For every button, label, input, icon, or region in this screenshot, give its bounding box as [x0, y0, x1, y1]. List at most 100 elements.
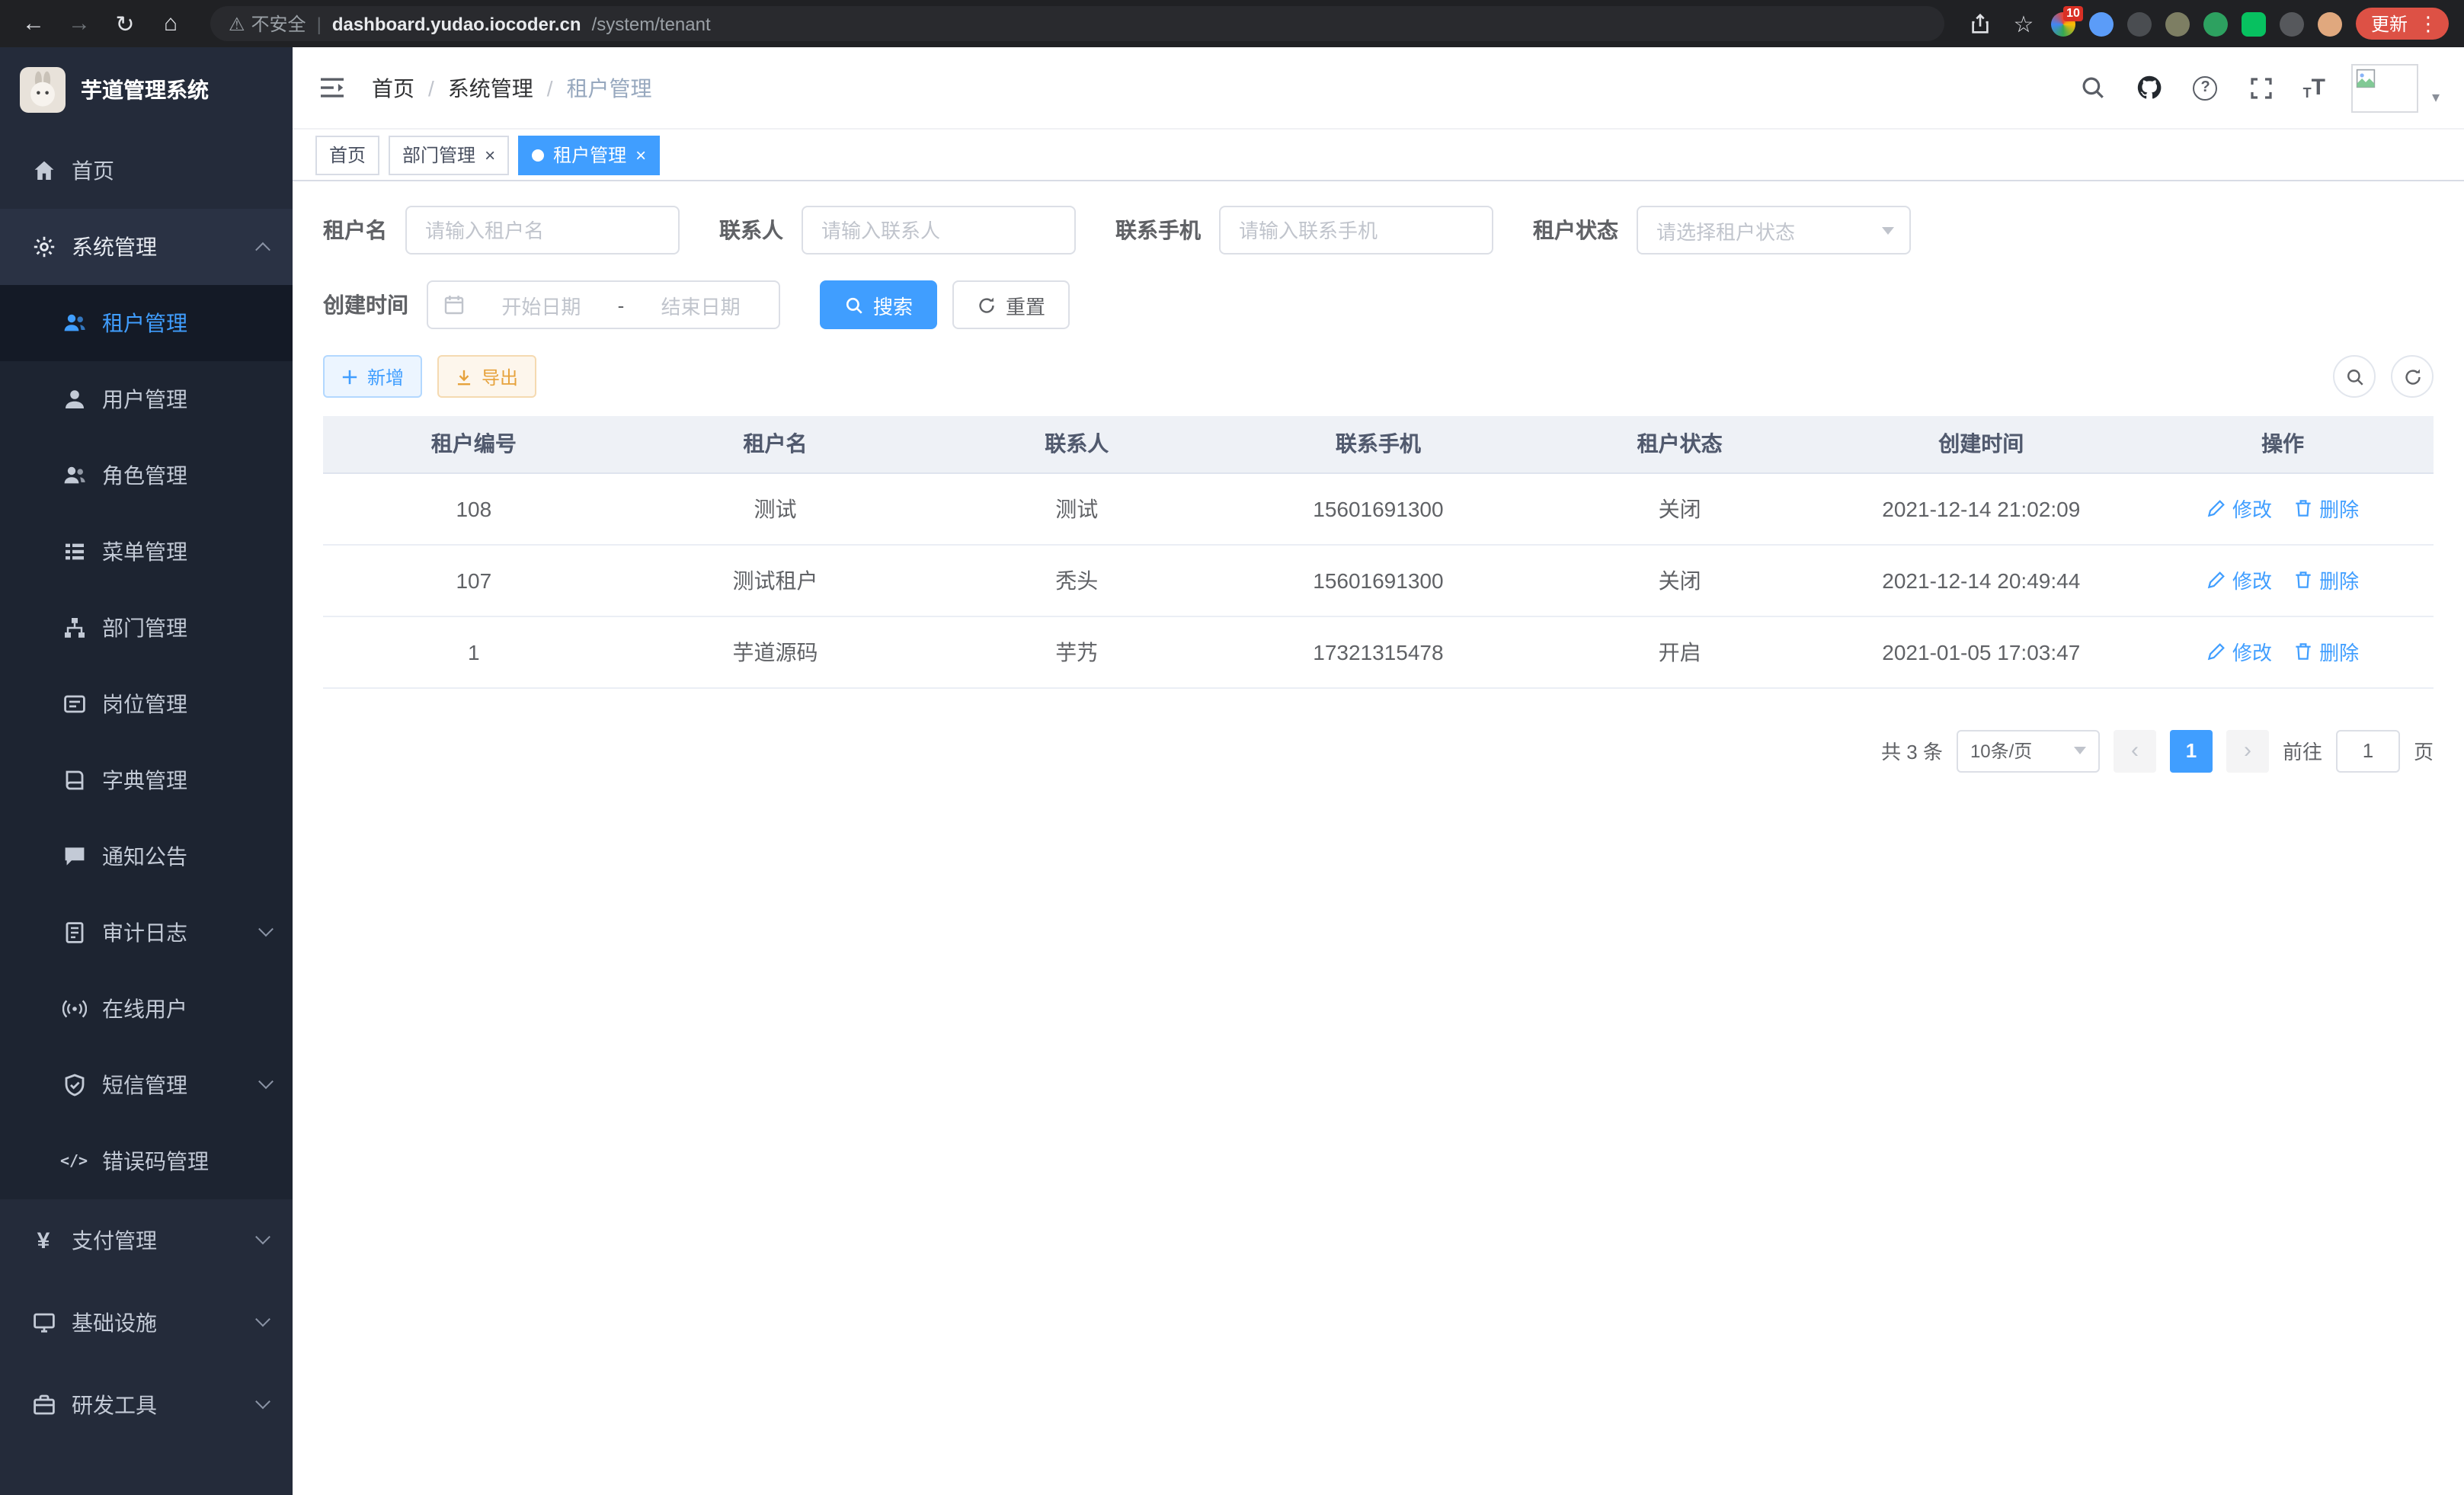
home-icon[interactable]: ⌂: [152, 5, 189, 42]
search-icon[interactable]: [2078, 72, 2108, 103]
sidebar-item-sms[interactable]: 短信管理: [0, 1047, 293, 1123]
refresh-button[interactable]: [2391, 355, 2434, 398]
contact-input[interactable]: [802, 206, 1076, 255]
extension-icon[interactable]: [2280, 11, 2304, 36]
sidebar-item-user[interactable]: 用户管理: [0, 361, 293, 437]
extension-icon[interactable]: 10: [2051, 11, 2075, 36]
sidebar-item-audit-log[interactable]: 审计日志: [0, 895, 293, 971]
delete-button[interactable]: 删除: [2293, 494, 2359, 523]
font-size-icon[interactable]: T T: [2303, 75, 2325, 101]
page-number-button[interactable]: 1: [2170, 729, 2213, 772]
breadcrumb-home[interactable]: 首页: [372, 72, 414, 103]
sidebar-item-dict[interactable]: 字典管理: [0, 742, 293, 818]
address-divider: |: [317, 13, 322, 34]
edit-button[interactable]: 修改: [2206, 637, 2272, 666]
close-icon[interactable]: ×: [485, 146, 495, 164]
breadcrumb-system[interactable]: 系统管理: [448, 72, 533, 103]
system-submenu: 租户管理 用户管理 角色管理: [0, 285, 293, 1199]
font-size-big-t: T: [2312, 75, 2325, 101]
mobile-input[interactable]: [1219, 206, 1493, 255]
book-icon: [61, 767, 87, 793]
sidebar-item-label: 菜单管理: [102, 536, 187, 567]
end-date-placeholder[interactable]: 结束日期: [638, 290, 763, 319]
tenant-name-label: 租户名: [323, 215, 387, 245]
tenant-name-input[interactable]: [405, 206, 680, 255]
prev-page-button[interactable]: ‹: [2114, 729, 2156, 772]
chevron-down-icon: [258, 920, 274, 936]
tab-label: 部门管理: [402, 142, 475, 168]
calendar-icon: [443, 294, 465, 315]
dropdown-caret-icon[interactable]: ▾: [2432, 90, 2440, 107]
sidebar-item-system[interactable]: 系统管理: [0, 209, 293, 285]
export-button[interactable]: 导出: [437, 355, 536, 398]
help-icon[interactable]: ?: [2190, 72, 2221, 103]
extension-badge: 10: [2063, 5, 2083, 21]
page-size-select[interactable]: 10条/页: [1957, 729, 2100, 772]
tab-home[interactable]: 首页: [315, 135, 379, 174]
status-select[interactable]: 请选择租户状态: [1637, 206, 1911, 255]
col-header: 联系人: [926, 416, 1227, 472]
delete-button[interactable]: 删除: [2293, 565, 2359, 594]
sidebar-item-tenant[interactable]: 租户管理: [0, 285, 293, 361]
sidebar-item-payment[interactable]: ¥ 支付管理: [0, 1199, 293, 1282]
signal-icon: [61, 996, 87, 1022]
security-indicator[interactable]: ⚠ 不安全: [229, 11, 306, 37]
reset-button[interactable]: 重置: [952, 280, 1070, 329]
address-bar[interactable]: ⚠ 不安全 | dashboard.yudao.iocoder.cn/syste…: [210, 6, 1944, 41]
tab-dept[interactable]: 部门管理 ×: [389, 135, 509, 174]
sidebar-item-dept[interactable]: 部门管理: [0, 590, 293, 666]
sidebar-item-home[interactable]: 首页: [0, 133, 293, 209]
security-label: 不安全: [251, 11, 306, 37]
menu-kebab-icon[interactable]: ⋮: [2418, 11, 2443, 36]
extension-icon[interactable]: [2165, 11, 2190, 36]
forward-icon[interactable]: →: [61, 5, 98, 42]
col-header: 租户编号: [323, 416, 625, 472]
fullscreen-icon[interactable]: [2247, 72, 2277, 103]
sidebar-item-infrastructure[interactable]: 基础设施: [0, 1282, 293, 1364]
sidebar-item-role[interactable]: 角色管理: [0, 437, 293, 514]
extension-icon[interactable]: [2318, 11, 2342, 36]
table-row: 1 芋道源码 芋艿 17321315478 开启 2021-01-05 17:0…: [323, 616, 2434, 687]
goto-page-input[interactable]: [2336, 729, 2400, 772]
share-icon[interactable]: [1966, 8, 1996, 39]
url-path: /system/tenant: [592, 13, 711, 34]
search-button[interactable]: 搜索: [820, 280, 937, 329]
extension-icon[interactable]: [2242, 11, 2266, 36]
sidebar-item-label: 租户管理: [102, 308, 187, 338]
cell-id: 107: [323, 544, 625, 616]
page-unit-label: 页: [2414, 736, 2434, 765]
sidebar-item-notice[interactable]: 通知公告: [0, 818, 293, 895]
github-icon[interactable]: [2134, 72, 2165, 103]
cell-status: 开启: [1529, 616, 1831, 687]
delete-button[interactable]: 删除: [2293, 637, 2359, 666]
start-date-placeholder[interactable]: 开始日期: [478, 290, 604, 319]
sidebar-item-label: 研发工具: [72, 1390, 157, 1420]
extension-icon[interactable]: [2127, 11, 2152, 36]
reload-icon[interactable]: ↻: [107, 5, 143, 42]
user-avatar[interactable]: [2351, 63, 2418, 112]
date-range-picker[interactable]: 开始日期 - 结束日期: [427, 280, 780, 329]
sidebar-item-error-code[interactable]: </> 错误码管理: [0, 1123, 293, 1199]
sidebar-item-online-user[interactable]: 在线用户: [0, 971, 293, 1047]
toggle-search-button[interactable]: [2333, 355, 2376, 398]
sidebar-item-post[interactable]: 岗位管理: [0, 666, 293, 742]
screen: ← → ↻ ⌂ ⚠ 不安全 | dashboard.yudao.iocoder.…: [0, 0, 2464, 1495]
code-icon: </>: [61, 1148, 87, 1174]
bookmark-star-icon[interactable]: ☆: [2010, 5, 2037, 42]
edit-button[interactable]: 修改: [2206, 565, 2272, 594]
extension-icon[interactable]: [2203, 11, 2228, 36]
tab-tenant[interactable]: 租户管理 ×: [518, 135, 660, 174]
sidebar-item-label: 审计日志: [102, 917, 187, 948]
close-icon[interactable]: ×: [635, 146, 646, 164]
sidebar-collapse-icon[interactable]: [317, 72, 347, 103]
extension-icon[interactable]: [2089, 11, 2114, 36]
sidebar-item-menu[interactable]: 菜单管理: [0, 514, 293, 590]
topbar: 首页 / 系统管理 / 租户管理 ?: [293, 47, 2464, 130]
add-button[interactable]: 新增: [323, 355, 422, 398]
sidebar-item-dev-tools[interactable]: 研发工具: [0, 1364, 293, 1446]
next-page-button[interactable]: ›: [2226, 729, 2269, 772]
back-icon[interactable]: ←: [15, 5, 52, 42]
breadcrumb-separator: /: [547, 75, 553, 100]
edit-button[interactable]: 修改: [2206, 494, 2272, 523]
update-button[interactable]: 更新 ⋮: [2356, 8, 2449, 40]
